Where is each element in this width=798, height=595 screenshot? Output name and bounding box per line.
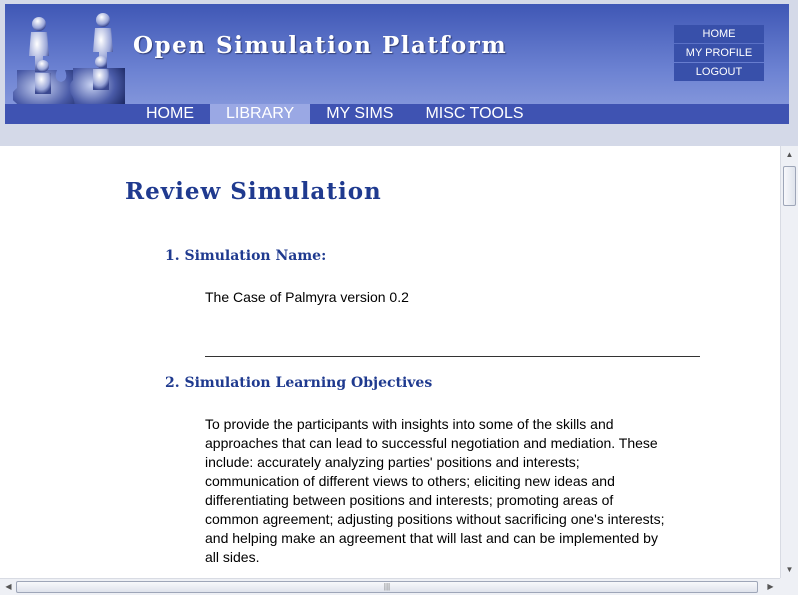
- section-divider: [205, 356, 700, 357]
- site-title: Open Simulation Platform: [133, 32, 508, 59]
- simulation-name-value: The Case of Palmyra version 0.2: [205, 289, 409, 305]
- scrollbar-corner: [780, 578, 798, 595]
- user-menu-my-profile-link[interactable]: MY PROFILE: [674, 44, 764, 62]
- main-content: Review Simulation 1. Simulation Name: Th…: [0, 146, 780, 578]
- vertical-scrollbar[interactable]: ▲ ▼: [780, 146, 798, 578]
- arrow-left-icon[interactable]: ◀: [0, 579, 17, 595]
- user-menu: HOME MY PROFILE LOGOUT: [674, 25, 764, 82]
- section-heading-simulation-name: 1. Simulation Name:: [165, 248, 327, 264]
- learning-objectives-text: To provide the participants with insight…: [205, 416, 665, 565]
- user-menu-home-link[interactable]: HOME: [674, 25, 764, 43]
- section-heading-learning-objectives: 2. Simulation Learning Objectives: [165, 375, 433, 391]
- page-title: Review Simulation: [125, 178, 382, 205]
- horizontal-scrollbar[interactable]: ◀ ||| ▶: [0, 578, 780, 595]
- header-band: Open Simulation Platform HOME MY PROFILE…: [0, 0, 798, 146]
- vertical-scroll-thumb[interactable]: [783, 166, 796, 206]
- nav-my-sims[interactable]: MY SIMS: [310, 104, 409, 124]
- user-menu-logout-link[interactable]: LOGOUT: [674, 63, 764, 81]
- arrow-up-icon[interactable]: ▲: [781, 146, 798, 163]
- arrow-right-icon[interactable]: ▶: [762, 579, 779, 595]
- arrow-down-icon[interactable]: ▼: [781, 561, 798, 578]
- nav-home[interactable]: HOME: [130, 104, 210, 124]
- nav-library[interactable]: LIBRARY: [210, 104, 311, 124]
- nav-misc-tools[interactable]: MISC TOOLS: [409, 104, 539, 124]
- main-nav: HOME LIBRARY MY SIMS MISC TOOLS: [130, 104, 540, 124]
- banner: Open Simulation Platform HOME MY PROFILE…: [5, 4, 789, 124]
- horizontal-scroll-thumb[interactable]: |||: [16, 581, 758, 593]
